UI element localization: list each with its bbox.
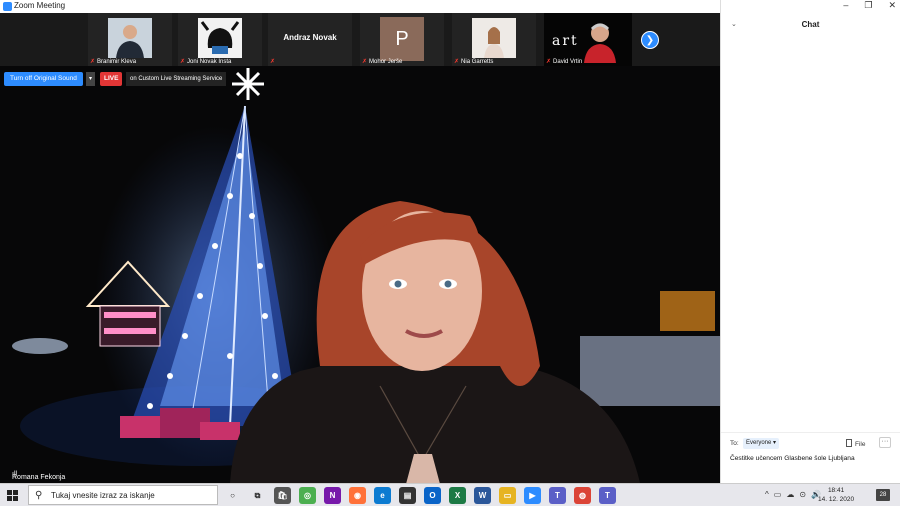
sticky-icon[interactable]: ▤ [399, 487, 416, 504]
tray-icon-2[interactable]: ☁ [786, 490, 794, 499]
participant-name: Nia Garretts [461, 59, 494, 65]
recipient-label: To: [730, 440, 739, 447]
edge-icon[interactable]: e [374, 487, 391, 504]
participant-strip: ✗ Branimir Kleva ✗ Joni Novak Insta Andraz… [0, 13, 720, 66]
taskbar-apps: ○ ⧉ 🛍 ◎ N ◉ e ▤ O X W ▭ ▶ T ◍ T [224, 487, 616, 504]
participant-display-name: Andraz Novak [283, 33, 337, 42]
mic-muted-icon: ✗ [454, 59, 460, 65]
onenote-icon[interactable]: N [324, 487, 341, 504]
live-streaming-status[interactable]: on Custom Live Streaming Service [126, 72, 227, 86]
active-speaker-video: ıll [0, 66, 720, 483]
word-icon[interactable]: W [474, 487, 491, 504]
mic-muted-icon: ✗ [546, 59, 552, 65]
chat-message-input[interactable]: Čestitke učencem Glasbene šole Ljubljana [730, 455, 895, 462]
turn-off-original-sound-button[interactable]: Turn off Original Sound [4, 72, 83, 86]
clock-date: 14. 12. 2020 [818, 496, 855, 503]
participant-photo [472, 18, 516, 58]
meeting-area: ✗ Branimir Kleva ✗ Joni Novak Insta Andraz… [0, 13, 720, 483]
outlook-icon[interactable]: O [424, 487, 441, 504]
live-badge[interactable]: LIVE [100, 72, 123, 86]
taskbar: ⚲ Tukaj vnesite izraz za iskanje ○ ⧉ 🛍 ◎ N ◉ e… [0, 483, 900, 506]
file-button[interactable]: File [846, 439, 865, 448]
tray-icon-3[interactable]: ⊙ [799, 490, 806, 499]
chat-composer: To: Everyone ▾ File ··· Čestitke učencem… [721, 432, 900, 483]
clock[interactable]: 18:41 14. 12. 2020 [818, 486, 854, 504]
minimize-button[interactable]: – [843, 0, 848, 12]
teams-2-icon[interactable]: T [599, 487, 616, 504]
participant-tile-5[interactable]: ✗ Nia Garretts [452, 13, 536, 66]
teams-icon[interactable]: T [549, 487, 566, 504]
search-icon: ⚲ [35, 490, 43, 501]
chrome-ext-icon[interactable]: ◎ [299, 487, 316, 504]
mic-muted-icon: ✗ [362, 59, 368, 65]
windows-start-icon[interactable] [7, 490, 18, 501]
participant-name: David Vrtin [553, 59, 583, 65]
notification-center-icon[interactable]: 28 [876, 489, 890, 501]
participant-tile-1[interactable]: ✗ Branimir Kleva [88, 13, 172, 66]
store-icon[interactable]: 🛍 [274, 487, 291, 504]
file-icon [846, 439, 852, 447]
participant-tile-4[interactable]: P ✗ Mohor Jerše [360, 13, 444, 66]
excel-icon[interactable]: X [449, 487, 466, 504]
mic-muted-icon: ✗ [270, 59, 276, 65]
participant-tile-6[interactable]: art ✗ David Vrtin [544, 13, 632, 66]
participant-name: Branimir Kleva [97, 59, 137, 65]
mic-muted-icon: ✗ [180, 59, 186, 65]
participant-photo [198, 18, 242, 58]
window-title: Zoom Meeting [14, 1, 66, 10]
taskbar-search-box[interactable]: ⚲ Tukaj vnesite izraz za iskanje [28, 485, 218, 505]
firefox-icon[interactable]: ◉ [349, 487, 366, 504]
next-participants-button[interactable]: ❯ [641, 31, 659, 49]
participant-photo [108, 18, 152, 58]
zoom-icon[interactable]: ▶ [524, 487, 541, 504]
mic-muted-icon: ✗ [90, 59, 96, 65]
original-sound-dropdown[interactable]: ▾ [86, 72, 95, 86]
more-options-button[interactable]: ··· [879, 437, 891, 448]
task-view-icon[interactable]: ⧉ [249, 487, 266, 504]
active-speaker-name: Romana Fekonja [12, 474, 66, 481]
tray-icon-0[interactable]: ^ [765, 490, 769, 499]
participant-photo [584, 23, 616, 63]
chrome-icon[interactable]: ◍ [574, 487, 591, 504]
system-tray: ^ ▭ ☁ ⊙ 🔊 [765, 490, 821, 499]
chat-panel: – ❐ ✕ ⌄ Chat To: Everyone ▾ File ··· Čes… [720, 0, 900, 483]
tray-icon-1[interactable]: ▭ [774, 490, 782, 499]
search-placeholder: Tukaj vnesite izraz za iskanje [51, 491, 155, 500]
window-controls: – ❐ ✕ [843, 0, 896, 12]
participant-avatar-letter: P [380, 17, 424, 61]
participant-tile-3[interactable]: Andraz Novak ✗ [268, 13, 352, 66]
recipient-select[interactable]: Everyone ▾ [743, 438, 780, 449]
clock-time: 18:41 [827, 487, 845, 494]
close-button[interactable]: ✕ [888, 0, 896, 12]
participant-name: Mohor Jerše [369, 59, 403, 65]
explorer-icon[interactable]: ▭ [499, 487, 516, 504]
tile-background-text: art [552, 33, 579, 49]
zoom-icon [3, 2, 12, 11]
title-bar: Zoom Meeting [0, 0, 720, 13]
participant-tile-2[interactable]: ✗ Joni Novak Insta [178, 13, 262, 66]
cortana-icon[interactable]: ○ [224, 487, 241, 504]
chat-title: Chat [801, 20, 820, 29]
restore-button[interactable]: ❐ [864, 0, 872, 12]
participant-name: Joni Novak Insta [187, 59, 232, 65]
